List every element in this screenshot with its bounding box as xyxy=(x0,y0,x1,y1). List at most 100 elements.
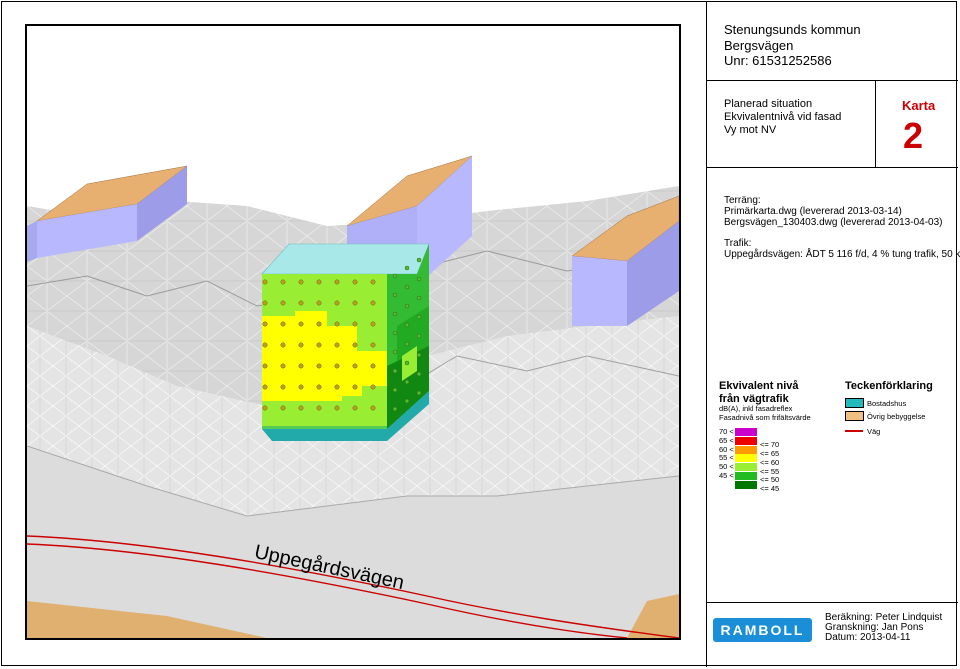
noise-legend-note: Fasadnivå som frifältsvärde xyxy=(719,413,811,422)
terrain-heading: Terräng: xyxy=(724,195,761,206)
receiver-point xyxy=(352,363,358,369)
noise-class-lower: 45 < xyxy=(719,471,734,480)
receiver-point xyxy=(298,363,304,369)
receiver-point xyxy=(352,342,358,348)
karta-label: Karta xyxy=(902,98,936,113)
noise-legend-unit: dB(A), inkl fasadreflex xyxy=(719,404,793,413)
rule-2 xyxy=(706,167,958,168)
noise-class-lower: 60 < xyxy=(719,444,734,454)
receiver-point xyxy=(298,300,304,306)
receiver-point xyxy=(392,292,398,298)
level-description: Ekvivalentnivå vid fasad xyxy=(724,111,842,123)
receiver-point xyxy=(316,300,322,306)
noise-class-lower: 50 < xyxy=(719,462,734,472)
receiver-point xyxy=(416,257,422,263)
receiver-point xyxy=(404,322,410,328)
receiver-point xyxy=(280,342,286,348)
receiver-point xyxy=(404,360,410,366)
terrain-source-2: Bergsvägen_130403.dwg (levererad 2013-04… xyxy=(724,217,943,228)
date: Datum: 2013-04-11 xyxy=(825,632,911,643)
municipality: Stenungsunds kommun xyxy=(724,22,861,37)
receiver-point xyxy=(416,276,422,282)
facade-front xyxy=(262,274,387,429)
receiver-point xyxy=(334,363,340,369)
receiver-point xyxy=(262,342,268,348)
karta-number: 2 xyxy=(903,115,924,156)
receiver-point xyxy=(334,384,340,390)
noise-class-lower: 55 < xyxy=(719,453,734,463)
receiver-point xyxy=(280,384,286,390)
situation: Planerad situation xyxy=(724,98,813,110)
receiver-point xyxy=(370,384,376,390)
receiver-point xyxy=(316,342,322,348)
rule-1 xyxy=(706,80,958,81)
receiver-point xyxy=(416,371,422,377)
receiver-point xyxy=(298,405,304,411)
noise-legend-title-1: Ekvivalent nivå xyxy=(719,380,799,392)
project-number: Unr: 61531252586 xyxy=(724,53,832,68)
receiver-point xyxy=(392,273,398,279)
receiver-point xyxy=(298,321,304,327)
titleblock-divider xyxy=(706,1,707,667)
receiver-point xyxy=(316,405,322,411)
traffic-heading: Trafik: xyxy=(724,238,752,249)
receiver-point xyxy=(404,341,410,347)
receiver-point xyxy=(404,265,410,271)
view-direction: Vy mot NV xyxy=(724,124,777,136)
receiver-point xyxy=(416,390,422,396)
noise-class-upper: <= 50 xyxy=(760,475,780,485)
noise-class-upper: <= 65 xyxy=(760,449,780,458)
rule-3 xyxy=(706,602,958,603)
building-symbol xyxy=(845,411,864,421)
receiver-point xyxy=(352,321,358,327)
noise-class-upper: <= 60 xyxy=(760,457,780,467)
noise-class-swatch xyxy=(735,454,757,463)
receiver-point xyxy=(262,405,268,411)
receiver-point xyxy=(370,321,376,327)
receiver-point xyxy=(370,363,376,369)
receiver-point xyxy=(280,321,286,327)
key-legend-label: Väg xyxy=(867,427,881,436)
map-sheet: Uppegårdsvägen Stenungsunds kommun Bergs… xyxy=(0,0,960,669)
receiver-point xyxy=(370,279,376,285)
logo-text: RAMBOLL xyxy=(720,622,805,638)
receiver-point xyxy=(404,284,410,290)
receiver-point xyxy=(298,384,304,390)
receiver-point xyxy=(416,352,422,358)
receiver-point xyxy=(370,300,376,306)
receiver-point xyxy=(370,405,376,411)
noise-class-lower: 65 < xyxy=(719,435,734,445)
road-line-symbol xyxy=(845,430,863,432)
receiver-point xyxy=(392,311,398,317)
noise-class-upper: <= 70 xyxy=(760,440,780,450)
receiver-point xyxy=(334,405,340,411)
receiver-point xyxy=(262,363,268,369)
receiver-point xyxy=(334,342,340,348)
receiver-point xyxy=(334,321,340,327)
receiver-point xyxy=(316,321,322,327)
ramboll-logo: RAMBOLL xyxy=(713,618,812,642)
noise-class-swatch xyxy=(735,436,757,445)
receiver-point xyxy=(298,342,304,348)
key-legend-label: Övrig bebyggelse xyxy=(867,412,926,421)
key-legend-label: Bostadshus xyxy=(867,399,907,408)
receiver-point xyxy=(352,300,358,306)
receiver-point xyxy=(262,279,268,285)
noise-class-lower: 70 < xyxy=(719,427,734,436)
terrain-source-1: Primärkarta.dwg (levererad 2013-03-14) xyxy=(724,206,902,217)
street-name: Bergsvägen xyxy=(724,38,794,53)
receiver-point xyxy=(316,363,322,369)
receiver-point xyxy=(352,384,358,390)
receiver-point xyxy=(370,342,376,348)
map-viewport[interactable] xyxy=(25,24,681,640)
receiver-point xyxy=(280,405,286,411)
receiver-point xyxy=(392,349,398,355)
receiver-point xyxy=(404,379,410,385)
receiver-point xyxy=(392,330,398,336)
key-legend-title: Teckenförklaring xyxy=(845,380,933,392)
receiver-point xyxy=(316,384,322,390)
receiver-point xyxy=(262,300,268,306)
receiver-point xyxy=(280,300,286,306)
receiver-point xyxy=(416,295,422,301)
receiver-point xyxy=(280,279,286,285)
